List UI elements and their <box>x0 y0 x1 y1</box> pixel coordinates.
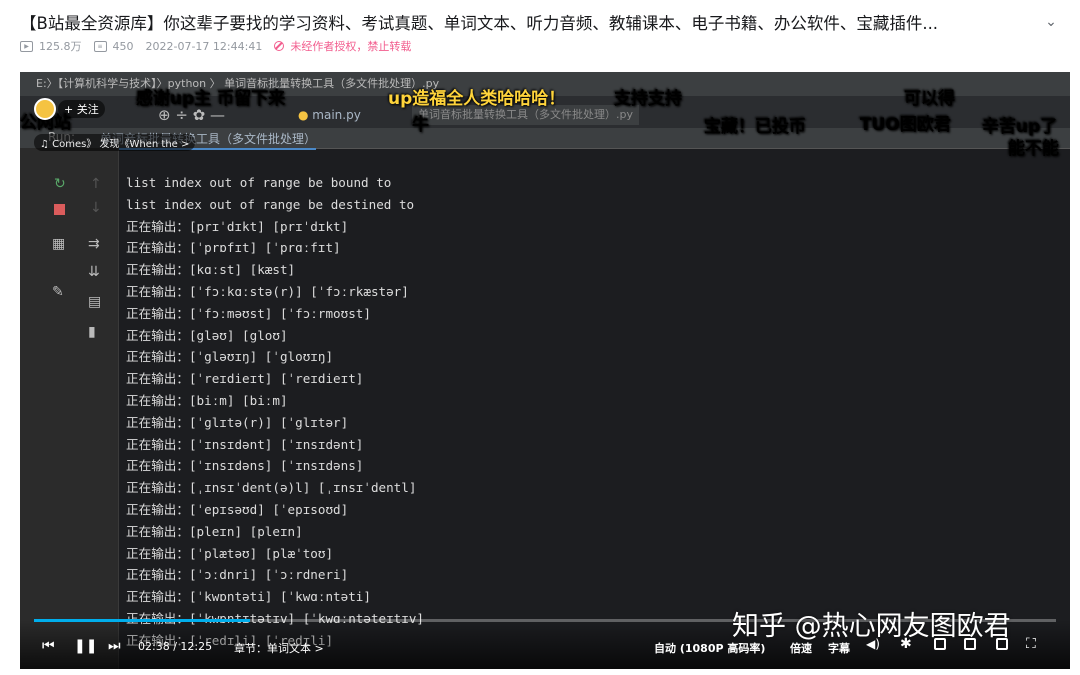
volume-icon[interactable]: ◀) <box>866 637 880 651</box>
console-line: 正在输出：[ˈprɒfɪt] [ˈprɑːfɪt] <box>126 240 341 256</box>
video-player[interactable]: E:〉【计算机科学与技术】〉python 〉 单词音标批量转换工具（多文件批处理… <box>20 72 1070 669</box>
console-line: 正在输出：[gləʊ] [gloʊ] <box>126 327 288 343</box>
console-line: 正在输出：[pleɪn] [pleɪn] <box>126 523 303 539</box>
danmaku-item: 宝藏！已投币 <box>704 117 806 137</box>
video-meta: ▶ 125.8万 ≡ 450 2022-07-17 12:44:41 未经作者授… <box>20 38 411 54</box>
scroll-end-icon: ⇊ <box>88 264 100 280</box>
console-line: 正在输出：[prɪˈdɪkt] [prɪˈdɪkt] <box>126 218 349 234</box>
quality-button[interactable]: 自动 (1080P 高码率) <box>654 640 765 656</box>
view-count: 125.8万 <box>39 40 82 53</box>
print-icon: ▤ <box>88 294 102 310</box>
settings-gear-icon[interactable]: ✱ <box>900 636 912 652</box>
danmaku-icon: ≡ <box>93 40 107 52</box>
console-line: 正在输出：[biːm] [biːm] <box>126 392 288 408</box>
console-line: 正在输出：[ˈplætəʊ] [plæˈtoʊ] <box>126 545 334 561</box>
console-line: 正在输出：[kɑːst] [kæst] <box>126 262 296 278</box>
follow-button[interactable]: + 关注 <box>58 100 105 118</box>
pin-icon: ✎ <box>52 284 64 300</box>
progress-fill <box>34 619 250 622</box>
python-file-icon: ● <box>298 108 313 122</box>
console-line: 正在输出：[ˈglɪtə(r)] [ˈglɪtər] <box>126 414 349 430</box>
rerun-icon: ↻ <box>54 176 66 192</box>
console-line: 正在输出：[ˈreɪdieɪt] [ˈreɪdieɪt] <box>126 371 364 387</box>
pip-icon[interactable] <box>934 638 946 650</box>
danmaku-item: up造福全人类哈哈哈！ <box>388 89 566 109</box>
danmaku-item: TUO图欧君 <box>860 115 951 135</box>
uploader-avatar[interactable] <box>34 98 56 120</box>
console-line: 正在输出：[ˌɪnsɪˈdent(ə)l] [ˌɪnsɪˈdentl] <box>126 480 417 496</box>
console-line: 正在输出：[ˈfɔːməʊst] [ˈfɔːrmoʊst] <box>126 305 371 321</box>
danmaku-item: 感谢up主 币留下来 <box>136 89 286 109</box>
arrow-down-icon: ↓ <box>90 200 102 216</box>
stop-icon <box>54 204 65 215</box>
console-line: list index out of range be bound to <box>126 175 392 190</box>
music-tag[interactable]: ♫ Comes》 发现《When the > <box>34 134 196 151</box>
soft-wrap-icon: ⇉ <box>88 236 100 252</box>
console-line: 正在输出：[ˈepɪsəʊd] [ˈepɪsoʊd] <box>126 501 349 517</box>
console-line: list index out of range be destined to <box>126 196 415 212</box>
publish-datetime: 2022-07-17 12:44:41 <box>145 39 263 53</box>
trash-icon: ▮ <box>88 324 96 340</box>
console-line: 正在输出：[ˈɪnsɪdəns] [ˈɪnsɪdəns] <box>126 458 364 474</box>
danmaku-item: 能不能 <box>1008 139 1059 159</box>
console-line: 正在输出：[ˈɪnsɪdənt] [ˈɪnsɪdənt] <box>126 436 364 452</box>
expand-chevron-icon[interactable]: ⌄ <box>1042 14 1060 30</box>
subtitle-button[interactable]: 字幕 <box>828 640 850 656</box>
play-count-icon: ▶ <box>20 40 33 52</box>
prev-icon[interactable]: ⏮ <box>42 638 55 654</box>
speed-button[interactable]: 倍速 <box>790 640 812 656</box>
web-fullscreen-icon[interactable] <box>996 638 1008 650</box>
console-line: 正在输出：[ˈfɔːkɑːstə(r)] [ˈfɔːrkæstər] <box>126 283 409 299</box>
run-toolbar-gutter: ↻ ↑ ↓ ▦ ⇉ ⇊ ✎ ▤ ▮ <box>20 148 119 669</box>
time-display: 02:38 / 12:25 <box>138 640 213 653</box>
tab-main-py: ● main.py <box>298 108 361 122</box>
console-line: 正在输出：[ˈgləʊɪŋ] [ˈgloʊɪŋ] <box>126 349 334 365</box>
layout-icon: ▦ <box>52 236 66 252</box>
danmaku-item: 牛 <box>412 115 429 135</box>
fullscreen-icon[interactable]: ⛶ <box>1026 636 1036 652</box>
chapter-button[interactable]: 章节：单词文本 > <box>234 640 324 656</box>
copyright-notice: 未经作者授权，禁止转载 <box>290 40 412 53</box>
console-output: list index out of range be bound to list … <box>126 172 1026 652</box>
next-icon[interactable]: ⏭ <box>108 638 121 654</box>
console-line: 正在输出：[ˈɔːdnri] [ˈɔːrdneri] <box>126 567 349 583</box>
pause-icon[interactable]: ❚❚ <box>74 638 97 654</box>
no-repost-icon <box>274 41 285 51</box>
arrow-up-icon: ↑ <box>90 176 102 192</box>
widescreen-icon[interactable] <box>964 638 976 650</box>
danmaku-item: 可以得 <box>904 89 955 109</box>
danmaku-item: 支持支持 <box>614 89 682 109</box>
video-title-row: 【B站最全资源库】你这辈子要找的学习资料、考试真题、单词文本、听力音频、教辅课本… <box>20 8 1060 36</box>
danmaku-count: 450 <box>112 39 134 53</box>
video-title: 【B站最全资源库】你这辈子要找的学习资料、考试真题、单词文本、听力音频、教辅课本… <box>20 14 939 33</box>
